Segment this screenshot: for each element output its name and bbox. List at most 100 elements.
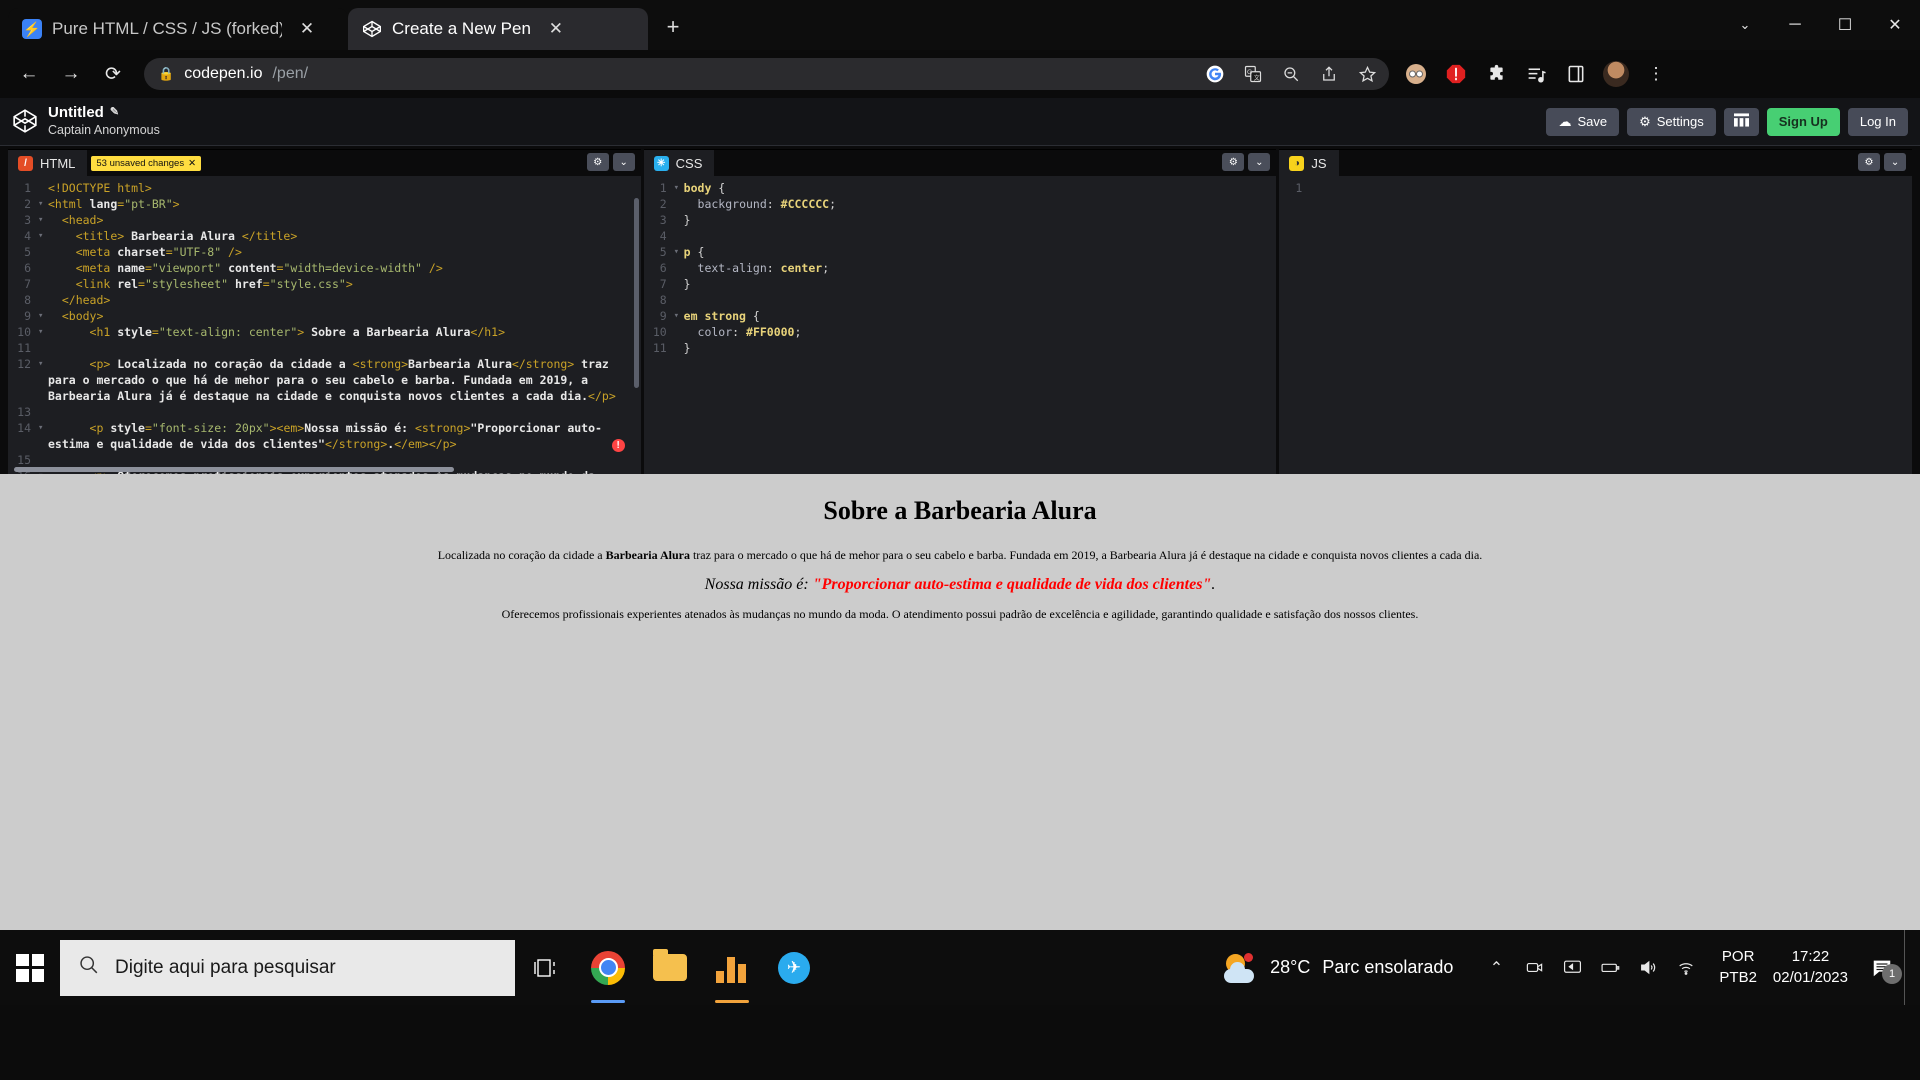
media-list-icon[interactable] (1517, 55, 1555, 93)
minimize-button[interactable]: ─ (1770, 2, 1820, 48)
lock-icon: 🔒 (158, 66, 175, 81)
notification-icon[interactable]: 1 (1864, 948, 1902, 988)
fold-toggle-icon[interactable] (38, 340, 48, 356)
chart-app-taskbar-icon[interactable] (701, 930, 763, 1005)
fold-toggle-icon[interactable]: ▾ (674, 244, 684, 260)
reload-icon[interactable]: ⟳ (94, 55, 132, 93)
chevron-down-icon[interactable]: ⌄ (1248, 153, 1271, 171)
browser-tab-2[interactable]: Create a New Pen ✕ (348, 8, 648, 50)
three-dot-menu-icon[interactable]: ⋮ (1637, 55, 1675, 93)
chrome-taskbar-icon[interactable] (577, 930, 639, 1005)
fold-toggle-icon[interactable] (674, 196, 684, 212)
show-desktop-button[interactable] (1904, 930, 1912, 1005)
close-icon[interactable]: ✕ (298, 19, 316, 39)
language-indicator[interactable]: POR PTB2 (1719, 947, 1757, 988)
line-number: 4 (659, 229, 667, 243)
side-panel-icon[interactable] (1557, 55, 1595, 93)
fold-toggle-icon[interactable] (38, 276, 48, 292)
css-code-area[interactable]: 1 ▾ body {2 background: #CCCCCC; 3} 4 5 ▾ p {6… (643, 176, 1277, 474)
fold-toggle-icon[interactable] (674, 276, 684, 292)
fold-toggle-icon[interactable]: ▾ (38, 228, 48, 244)
share-icon[interactable] (1311, 59, 1347, 89)
fold-toggle-icon[interactable] (674, 260, 684, 276)
fold-toggle-icon[interactable]: ▾ (38, 356, 48, 404)
address-bar[interactable]: 🔒 codepen.io/pen/ G文 (144, 58, 1389, 90)
translate-icon[interactable]: G文 (1235, 59, 1271, 89)
codepen-logo[interactable] (12, 108, 38, 134)
layout-button[interactable] (1723, 107, 1759, 136)
avatar[interactable] (1597, 55, 1635, 93)
fold-toggle-icon[interactable] (38, 260, 48, 276)
bookmark-star-icon[interactable] (1349, 59, 1385, 89)
fold-toggle-icon[interactable] (38, 292, 48, 308)
fold-toggle-icon[interactable] (674, 292, 684, 308)
pencil-icon[interactable]: ✎ (110, 106, 119, 119)
fold-toggle-icon[interactable]: ▾ (38, 308, 48, 324)
close-icon[interactable]: ✕ (547, 19, 565, 39)
puzzle-extensions-icon[interactable] (1477, 55, 1515, 93)
login-button[interactable]: Log In (1847, 107, 1908, 136)
battery-icon[interactable] (1593, 948, 1627, 988)
maximize-button[interactable]: ☐ (1820, 2, 1870, 48)
wifi-icon[interactable] (1669, 948, 1703, 988)
p2-before: Nossa missão é: (704, 576, 813, 593)
fold-toggle-icon[interactable] (1309, 180, 1319, 196)
close-window-button[interactable]: ✕ (1870, 2, 1920, 48)
line-number: 1 (659, 181, 667, 195)
html-code-area[interactable]: ! 1 <!DOCTYPE html> 2 ▾ <html lang="pt-BR"> 3… (8, 176, 641, 474)
task-view-icon[interactable] (515, 930, 577, 1005)
chevron-down-icon[interactable]: ⌄ (612, 153, 635, 171)
settings-button[interactable]: ⚙ Settings (1627, 107, 1716, 136)
telegram-taskbar-icon[interactable]: ✈ (763, 930, 825, 1005)
fold-toggle-icon[interactable]: ▾ (38, 212, 48, 228)
error-indicator[interactable]: ! (611, 439, 625, 452)
google-icon[interactable] (1197, 59, 1233, 89)
save-button[interactable]: ☁ Save (1546, 107, 1620, 136)
fold-toggle-icon[interactable] (38, 404, 48, 420)
file-explorer-taskbar-icon[interactable] (639, 930, 701, 1005)
fold-toggle-icon[interactable] (38, 244, 48, 260)
search-input[interactable]: Digite aqui para pesquisar (60, 939, 515, 996)
weather-widget[interactable]: 28°C Parc ensolarado (1224, 952, 1453, 983)
forward-icon[interactable]: → (52, 55, 90, 93)
editor-panes: / HTML 53 unsaved changes ✕ ⚙ ⌄ ! 1 <!DO… (0, 146, 1920, 474)
fold-toggle-icon[interactable]: ▾ (38, 420, 48, 452)
fold-toggle-icon[interactable]: ▾ (674, 180, 684, 196)
profile-emoji-icon[interactable] (1397, 55, 1435, 93)
fold-toggle-icon[interactable]: ▾ (38, 324, 48, 340)
fold-toggle-icon[interactable]: ▾ (674, 308, 684, 324)
fold-toggle-icon[interactable] (674, 324, 684, 340)
volume-icon[interactable] (1631, 948, 1665, 988)
clock[interactable]: 17:22 02/01/2023 (1773, 947, 1848, 988)
gear-icon[interactable]: ⚙ (586, 153, 609, 171)
gear-icon[interactable]: ⚙ (1858, 153, 1881, 171)
chevron-down-icon[interactable]: ⌄ (1720, 2, 1770, 48)
windows-start-icon[interactable] (0, 930, 60, 1005)
fold-toggle-icon[interactable] (674, 228, 684, 244)
chevron-down-icon[interactable]: ⌄ (1884, 153, 1907, 171)
zoom-icon[interactable] (1273, 59, 1309, 89)
tab-css[interactable]: ✳ CSS (643, 150, 715, 176)
new-tab-button[interactable]: + (658, 14, 688, 40)
js-code-area[interactable]: 1 (1279, 176, 1913, 474)
browser-tab-1[interactable]: ⚡ Pure HTML / CSS / JS (forked) - S ✕ (8, 8, 348, 50)
camera-icon[interactable] (1517, 948, 1551, 988)
fold-toggle-icon[interactable]: ▾ (38, 196, 48, 212)
code-text: body { (683, 181, 726, 195)
tab-html[interactable]: / HTML (8, 150, 88, 176)
back-icon[interactable]: ← (10, 55, 48, 93)
close-icon[interactable]: ✕ (188, 158, 196, 169)
screen-share-icon[interactable] (1555, 948, 1589, 988)
chevron-up-icon[interactable]: ⌃ (1479, 948, 1513, 988)
scrollbar-vertical[interactable] (633, 198, 639, 388)
fold-toggle-icon[interactable] (38, 452, 48, 468)
scrollbar-horizontal[interactable] (14, 467, 454, 472)
fold-toggle-icon[interactable] (38, 180, 48, 196)
signup-button[interactable]: Sign Up (1766, 107, 1840, 136)
unsaved-changes-badge[interactable]: 53 unsaved changes ✕ (91, 155, 202, 171)
fold-toggle-icon[interactable] (674, 212, 684, 228)
fold-toggle-icon[interactable] (674, 340, 684, 356)
gear-icon[interactable]: ⚙ (1222, 153, 1245, 171)
tab-js[interactable]: ◑ JS (1279, 150, 1339, 176)
adblock-icon[interactable] (1437, 55, 1475, 93)
